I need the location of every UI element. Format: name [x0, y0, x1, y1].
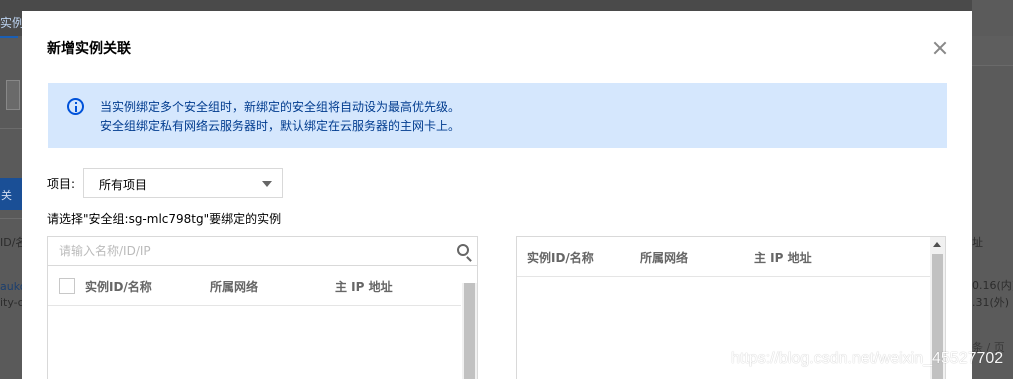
search-icon[interactable] — [457, 244, 469, 256]
background-ip-external: .31(外) — [972, 296, 1010, 309]
background-tab-underline — [0, 36, 18, 38]
background-ip-header: 址 — [972, 236, 983, 249]
available-table-header: 实例ID/名称 所属网络 主 IP 地址 — [48, 266, 461, 306]
project-label: 项目: — [47, 177, 76, 191]
column-header-instance: 实例ID/名称 — [527, 251, 594, 265]
background-ip-internal: 0.16(内) — [972, 279, 1013, 292]
selected-table-header: 实例ID/名称 所属网络 主 IP 地址 — [517, 237, 930, 277]
scroll-up-arrow-icon[interactable] — [933, 242, 941, 247]
background-divider — [0, 128, 22, 129]
watermark: https://blog.csdn.net/weixin_45527702 — [731, 350, 1004, 367]
close-icon[interactable] — [932, 40, 948, 56]
instance-search-input[interactable] — [48, 237, 477, 266]
chevron-down-icon — [262, 181, 272, 187]
add-instance-association-dialog: 新增实例关联 当实例绑定多个安全组时，新绑定的安全组将自动设为最高优先级。 安全… — [22, 11, 972, 379]
dialog-title: 新增实例关联 — [47, 41, 131, 57]
available-scrollbar-thumb[interactable] — [464, 283, 475, 379]
info-notice: 当实例绑定多个安全组时，新绑定的安全组将自动设为最高优先级。 安全组绑定私有网络… — [48, 83, 947, 148]
available-instances-panel: 实例ID/名称 所属网络 主 IP 地址 — [47, 236, 478, 379]
info-icon — [67, 98, 84, 115]
background-tab-instances: 实例 — [0, 16, 25, 30]
select-all-checkbox[interactable] — [59, 278, 75, 294]
background-bind-button: 关 — [0, 178, 22, 210]
available-scrollbar[interactable] — [462, 283, 477, 379]
background-instance-name: ity-c — [0, 296, 24, 309]
column-header-ip: 主 IP 地址 — [335, 280, 393, 294]
background-control — [6, 80, 20, 110]
column-header-ip: 主 IP 地址 — [754, 251, 812, 265]
column-header-network: 所属网络 — [640, 251, 689, 265]
column-header-network: 所属网络 — [210, 280, 259, 294]
selection-hint: 请选择"安全组:sg-mlc798tg"要绑定的实例 — [47, 212, 282, 226]
project-select[interactable]: 所有项目 — [83, 168, 283, 198]
notice-line-1: 当实例绑定多个安全组时，新绑定的安全组将自动设为最高优先级。 — [100, 100, 461, 114]
project-select-value: 所有项目 — [99, 178, 148, 192]
background-divider — [0, 218, 22, 219]
column-header-instance: 实例ID/名称 — [85, 280, 152, 294]
notice-line-2: 安全组绑定私有网络云服务器时，默认绑定在云服务器的主网卡上。 — [100, 119, 461, 133]
background-right-header — [972, 36, 1013, 66]
